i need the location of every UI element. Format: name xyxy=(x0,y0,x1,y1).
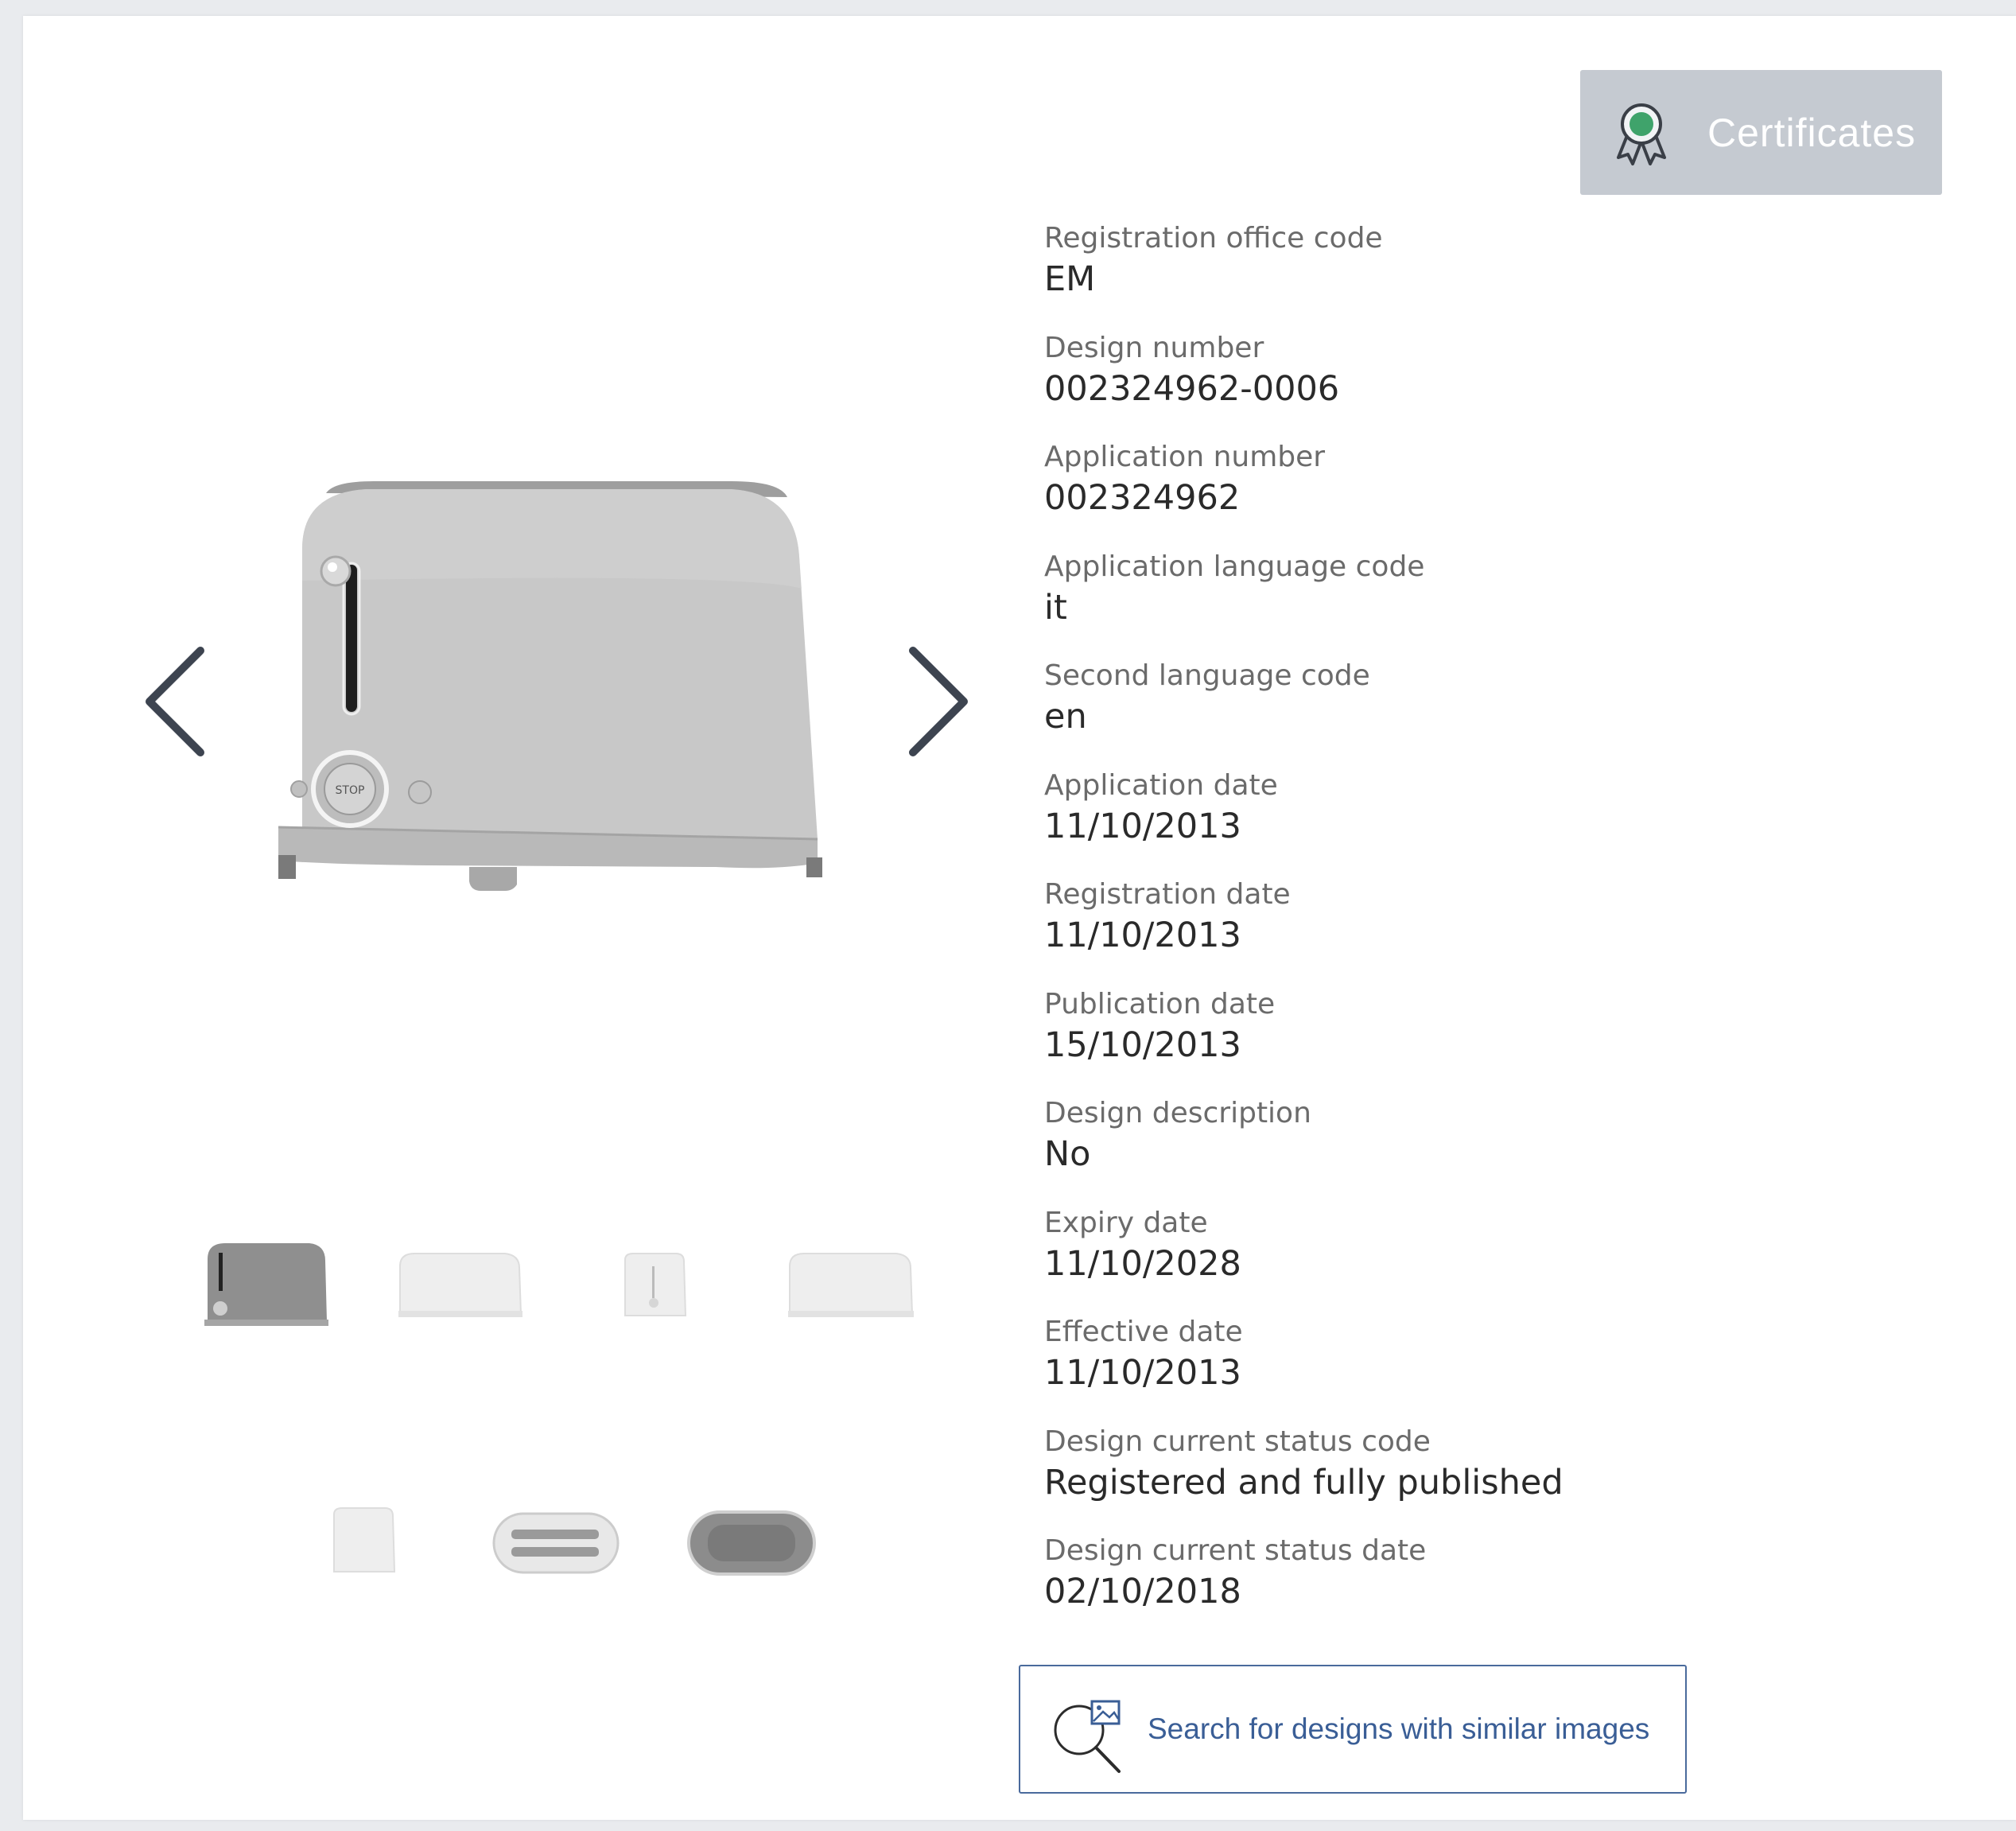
field-design-description: Design description No xyxy=(1044,1096,1919,1206)
field-publication-date: Publication date 15/10/2013 xyxy=(1044,987,1919,1097)
field-value: 02/10/2018 xyxy=(1044,1572,1241,1611)
field-application-date: Application date 11/10/2013 xyxy=(1044,768,1919,878)
field-value: 002324962 xyxy=(1044,478,1241,518)
field-second-language-code: Second language code en xyxy=(1044,659,1919,768)
thumbnail-top-view[interactable] xyxy=(489,1507,624,1579)
field-value: Registered and fully published xyxy=(1044,1462,1563,1503)
thumbnail-side-view-1[interactable] xyxy=(394,1249,525,1324)
chevron-left-icon xyxy=(146,647,204,756)
field-registration-date: Registration date 11/10/2013 xyxy=(1044,877,1919,987)
certificates-button[interactable]: Certificates xyxy=(1580,70,1942,195)
field-application-language-code: Application language code it xyxy=(1044,550,1919,659)
field-label: Publication date xyxy=(1044,987,1276,1020)
chevron-right-icon xyxy=(909,647,968,756)
field-value: en xyxy=(1044,697,1087,737)
next-image-button[interactable] xyxy=(907,646,970,757)
field-design-number: Design number 002324962-0006 xyxy=(1044,331,1919,441)
field-label: Application number xyxy=(1044,441,1326,473)
thumbnail-rear-view[interactable] xyxy=(326,1503,402,1583)
award-ribbon-icon xyxy=(1614,102,1669,165)
svg-text:STOP: STOP xyxy=(336,784,365,797)
main-design-image: STOP xyxy=(270,477,843,907)
field-label: Registration date xyxy=(1044,878,1291,911)
field-label: Effective date xyxy=(1044,1316,1243,1348)
field-label: Second language code xyxy=(1044,659,1370,692)
field-value: EM xyxy=(1044,259,1096,299)
field-label: Expiry date xyxy=(1044,1206,1208,1239)
field-registration-office-code: Registration office code EM xyxy=(1044,221,1919,331)
field-design-current-status-code: Design current status code Registered an… xyxy=(1044,1425,1919,1534)
field-label: Design current status code xyxy=(1044,1425,1431,1458)
field-label: Design number xyxy=(1044,331,1264,364)
field-value: 11/10/2013 xyxy=(1044,806,1241,846)
field-value: No xyxy=(1044,1134,1091,1174)
field-value: 11/10/2013 xyxy=(1044,1353,1241,1393)
field-value: 15/10/2013 xyxy=(1044,1024,1241,1065)
field-label: Registration office code xyxy=(1044,222,1383,255)
thumbnail-front-view[interactable] xyxy=(203,1237,330,1332)
thumbnail-end-view[interactable] xyxy=(619,1249,690,1324)
field-value: 11/10/2013 xyxy=(1044,916,1241,955)
certificates-label: Certificates xyxy=(1707,110,1917,155)
image-search-icon xyxy=(1046,1695,1133,1775)
field-expiry-date: Expiry date 11/10/2028 xyxy=(1044,1206,1919,1316)
field-label: Application date xyxy=(1044,768,1278,802)
previous-image-button[interactable] xyxy=(143,646,207,757)
field-value: it xyxy=(1044,587,1067,628)
design-details-list: Registration office code EM Design numbe… xyxy=(1044,221,1919,1643)
thumbnail-side-view-2[interactable] xyxy=(783,1249,919,1324)
field-design-current-status-date: Design current status date 02/10/2018 xyxy=(1044,1534,1919,1643)
search-similar-images-button[interactable]: Search for designs with similar images xyxy=(1019,1665,1687,1794)
field-label: Design description xyxy=(1044,1097,1311,1129)
search-similar-images-label: Search for designs with similar images xyxy=(1148,1712,1650,1745)
field-label: Design current status date xyxy=(1044,1534,1427,1567)
field-effective-date: Effective date 11/10/2013 xyxy=(1044,1315,1919,1425)
thumbnail-bottom-view[interactable] xyxy=(684,1507,819,1579)
field-value: 11/10/2028 xyxy=(1044,1243,1241,1284)
field-label: Application language code xyxy=(1044,550,1425,583)
field-application-number: Application number 002324962 xyxy=(1044,440,1919,550)
field-value: 002324962-0006 xyxy=(1044,368,1340,409)
